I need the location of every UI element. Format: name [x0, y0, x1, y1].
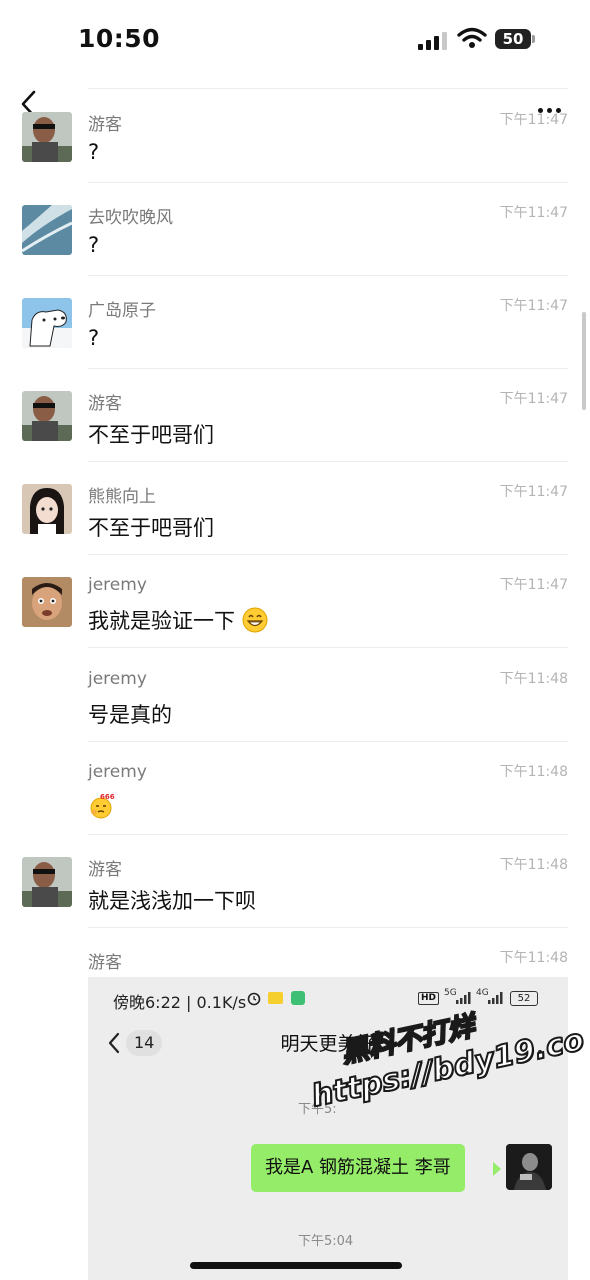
- message-time: 下午11:47: [499, 298, 568, 314]
- avatar-youke[interactable]: [22, 857, 72, 907]
- message-time: 下午11:47: [499, 577, 568, 593]
- wifi-icon: [457, 27, 487, 48]
- shield-icon: [291, 991, 305, 1005]
- sender-name: jeremy: [88, 575, 147, 595]
- home-indicator[interactable]: [190, 1262, 402, 1269]
- message-row: jeremy 下午11:48 号是真的: [0, 649, 590, 742]
- message-text-content: 我就是验证一下: [88, 609, 235, 633]
- sender-name: 熊熊向上: [88, 487, 156, 507]
- status-bar: 10:50 50: [0, 0, 590, 80]
- message-time: 下午11:48: [499, 671, 568, 687]
- battery-tip: [532, 35, 535, 43]
- cellular-signal-icon: [418, 32, 447, 50]
- avatar-youke[interactable]: [22, 112, 72, 162]
- message-text: 我就是验证一下: [88, 605, 268, 635]
- sender-name: 游客: [88, 953, 122, 973]
- message-row: jeremy 下午11:48 666: [0, 742, 590, 835]
- alarm-icon: [247, 992, 261, 1006]
- sender-name: 广岛原子: [88, 301, 156, 321]
- svg-text:666: 666: [100, 793, 115, 801]
- message-time: 下午11:47: [499, 391, 568, 407]
- sender-name: 游客: [88, 860, 122, 880]
- divider: [88, 88, 568, 89]
- scrollbar[interactable]: [582, 312, 586, 410]
- sender-name: 去吹吹晚风: [88, 208, 173, 228]
- message-time: 下午11:47: [499, 112, 568, 128]
- avatar-girl[interactable]: [22, 484, 72, 534]
- message-row: 去吹吹晚风 下午11:47 ?: [0, 183, 590, 276]
- network-5g-label: 5G: [444, 988, 457, 998]
- message-text: 就是浅浅加一下呗: [88, 889, 256, 913]
- network-4g-label: 4G: [476, 988, 489, 998]
- message-row: 熊熊向上 下午11:47 不至于吧哥们: [0, 462, 590, 555]
- status-time: 10:50: [78, 24, 161, 53]
- message-row: 游客 下午11:47 ?: [0, 90, 590, 183]
- sender-name: jeremy: [88, 669, 147, 689]
- cellular-signal-icon: [456, 992, 471, 1004]
- sender-name: jeremy: [88, 762, 147, 782]
- message-time: 下午11:48: [499, 950, 568, 966]
- message-text: 不至于吧哥们: [88, 423, 214, 447]
- message-row: 广岛原子 下午11:47 ?: [0, 276, 590, 369]
- battery-icon: 50: [495, 29, 531, 49]
- embedded-status-time: 傍晚6:22 | 0.1K/s: [113, 993, 247, 1012]
- avatar-youke[interactable]: [22, 391, 72, 441]
- message-text: 号是真的: [88, 703, 172, 727]
- divider: [88, 647, 568, 648]
- avatar-ocean[interactable]: [22, 205, 72, 255]
- sender-name: 游客: [88, 394, 122, 414]
- 666-emoji-icon: 666: [90, 793, 115, 819]
- message-text: ?: [88, 233, 100, 257]
- message-row: 游客 下午11:47 不至于吧哥们: [0, 369, 590, 462]
- message-time: 下午11:47: [499, 205, 568, 221]
- message-row: jeremy 下午11:47 我就是验证一下: [0, 555, 590, 648]
- avatar-jeremy[interactable]: [22, 577, 72, 627]
- grin-emoji-icon: [242, 607, 268, 633]
- message-time: 下午11:48: [499, 764, 568, 780]
- message-text: 不至于吧哥们: [88, 516, 214, 540]
- sender-name: 游客: [88, 115, 122, 135]
- message-row: 游客 下午11:48: [0, 928, 590, 977]
- message-text: ?: [88, 326, 100, 350]
- embedded-chat-bubble: 我是A 钢筋混凝土 李哥: [251, 1144, 465, 1192]
- app-notification-icon: [268, 992, 283, 1004]
- embedded-timestamp: 下午5:04: [298, 1234, 354, 1249]
- hd-badge: HD: [418, 992, 440, 1005]
- embedded-avatar: [506, 1144, 552, 1190]
- avatar-dog[interactable]: [22, 298, 72, 348]
- message-row: 游客 下午11:48 就是浅浅加一下呗: [0, 835, 590, 928]
- message-text: ?: [88, 140, 100, 164]
- message-time: 下午11:47: [499, 484, 568, 500]
- bubble-tail: [493, 1162, 501, 1176]
- message-text: 666: [88, 792, 116, 820]
- message-time: 下午11:48: [499, 857, 568, 873]
